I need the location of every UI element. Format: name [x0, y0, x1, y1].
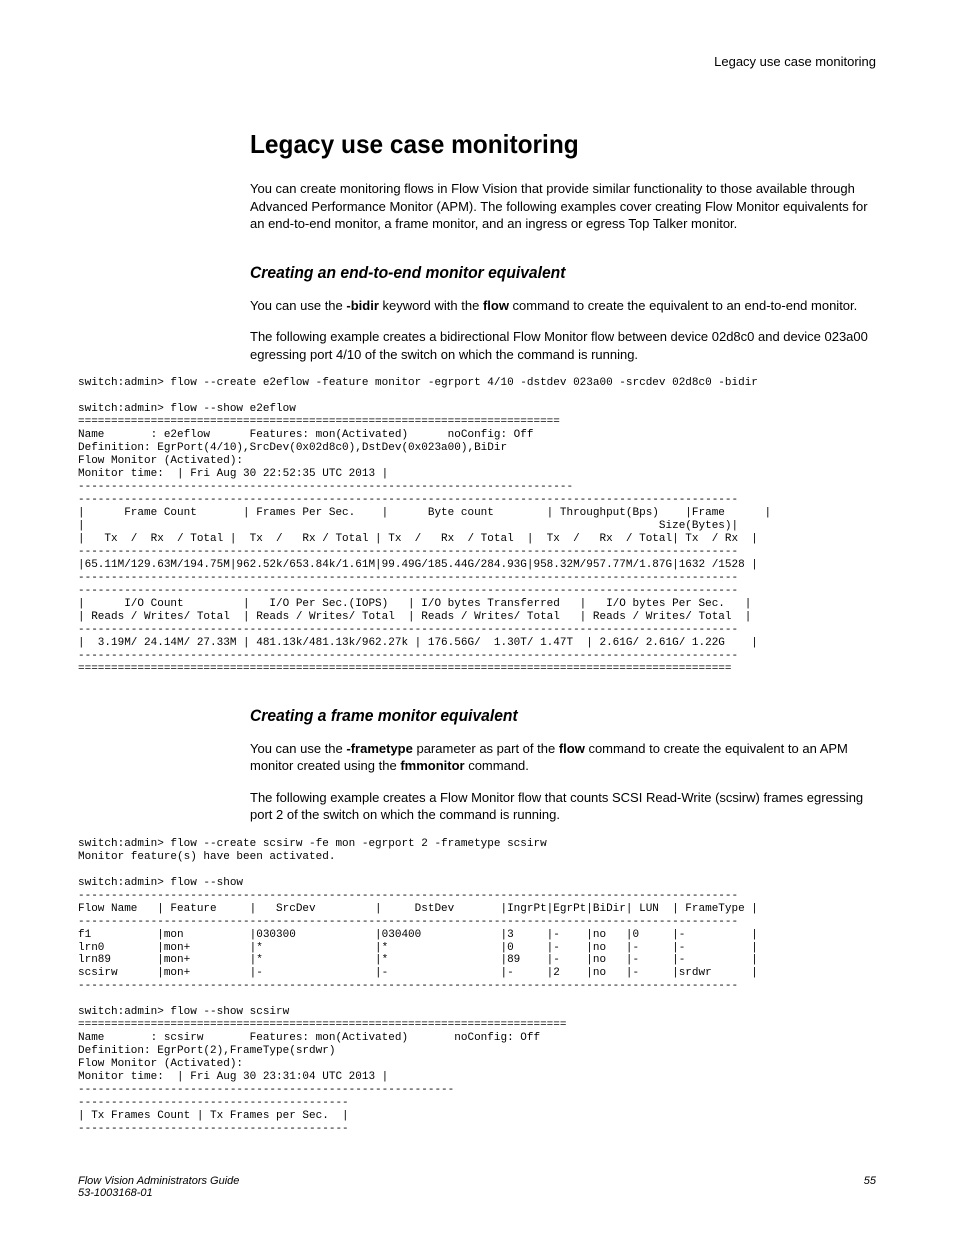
text-run: You can use the [250, 298, 346, 313]
terminal-output-frame: switch:admin> flow --create scsirw -fe m… [78, 838, 876, 1136]
intro-paragraph: You can create monitoring flows in Flow … [250, 180, 876, 233]
frame-paragraph-1: You can use the -frametype parameter as … [250, 740, 876, 775]
keyword-bidir: -bidir [346, 298, 379, 313]
text-run: command to create the equivalent to an e… [509, 298, 857, 313]
subsection-title-e2e: Creating an end-to-end monitor equivalen… [250, 263, 826, 283]
footer-page-number: 55 [864, 1175, 876, 1199]
keyword-fmmonitor: fmmonitor [400, 758, 464, 773]
running-header: Legacy use case monitoring [78, 54, 876, 69]
footer-left: Flow Vision Administrators Guide 53-1003… [78, 1175, 239, 1199]
keyword-flow: flow [483, 298, 509, 313]
footer-doc-number: 53-1003168-01 [78, 1187, 153, 1199]
text-run: parameter as part of the [413, 741, 559, 756]
frame-paragraph-2: The following example creates a Flow Mon… [250, 789, 876, 824]
text-run: You can use the [250, 741, 346, 756]
text-run: keyword with the [379, 298, 483, 313]
footer-doc-title: Flow Vision Administrators Guide [78, 1175, 239, 1187]
keyword-flow: flow [559, 741, 585, 756]
e2e-paragraph-2: The following example creates a bidirect… [250, 328, 876, 363]
subsection-title-frame: Creating a frame monitor equivalent [250, 706, 826, 726]
text-run: command. [465, 758, 529, 773]
page-footer: Flow Vision Administrators Guide 53-1003… [78, 1175, 876, 1199]
keyword-frametype: -frametype [346, 741, 412, 756]
e2e-paragraph-1: You can use the -bidir keyword with the … [250, 297, 876, 315]
section-title: Legacy use case monitoring [250, 129, 838, 160]
terminal-output-e2e: switch:admin> flow --create e2eflow -fea… [78, 377, 876, 675]
